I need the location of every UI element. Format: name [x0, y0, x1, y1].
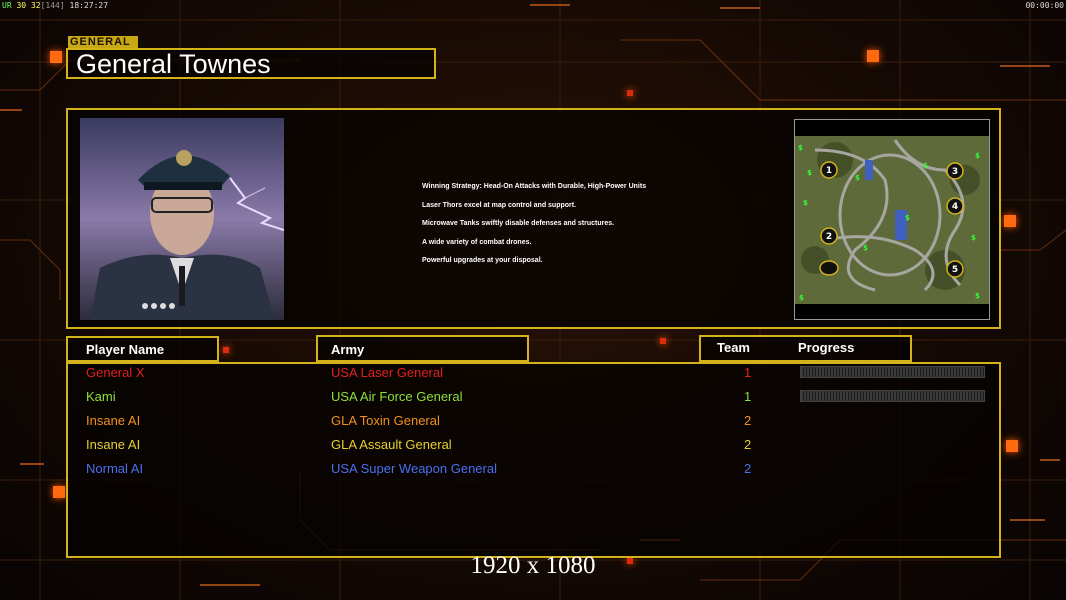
- svg-text:$: $: [975, 292, 980, 300]
- army-name: GLA Toxin General: [331, 413, 440, 428]
- player-name: General X: [86, 365, 145, 380]
- svg-text:$: $: [803, 199, 808, 207]
- player-name: Insane AI: [86, 437, 141, 452]
- army-name: USA Laser General: [331, 365, 444, 380]
- glow-square: [627, 90, 633, 96]
- glow-square: [50, 51, 62, 63]
- team-header: Team: [717, 340, 750, 355]
- general-name: General Townes: [66, 48, 436, 79]
- progress-bar: [800, 366, 985, 378]
- strategy-text: Winning Strategy: Head-On Attacks with D…: [422, 178, 646, 271]
- fps-readout: UR 30 32[144] 18:27:27: [2, 1, 108, 10]
- strategy-line: A wide variety of combat drones.: [422, 238, 532, 246]
- player-name: Kami: [86, 389, 116, 404]
- player-row[interactable]: Insane AI GLA Toxin General 2: [86, 413, 986, 437]
- hud-prefix: UR: [2, 1, 12, 10]
- start-position-4: 4: [952, 202, 958, 212]
- start-position-1: 1: [826, 166, 832, 176]
- player-name-header: Player Name: [86, 342, 165, 357]
- army-header-box: Army: [316, 335, 529, 362]
- svg-text:$: $: [798, 144, 803, 152]
- svg-text:$: $: [855, 174, 860, 182]
- general-portrait: [80, 118, 284, 320]
- army-name: GLA Assault General: [331, 437, 452, 452]
- army-name: USA Air Force General: [331, 389, 463, 404]
- player-row[interactable]: Normal AI USA Super Weapon General 2: [86, 461, 986, 485]
- glow-square: [867, 50, 879, 62]
- hud-clock: 18:27:27: [69, 1, 109, 10]
- svg-text:$: $: [923, 162, 928, 170]
- army-header: Army: [331, 342, 365, 357]
- hud-fps: 30: [16, 1, 27, 10]
- team-number: 1: [744, 365, 752, 380]
- player-name: Insane AI: [86, 413, 141, 428]
- svg-text:$: $: [971, 234, 976, 242]
- minimap[interactable]: $$$$ $$$$ $$$$ 1 2 3 4 5: [794, 119, 990, 320]
- glow-square: [223, 347, 229, 353]
- strategy-line: Winning Strategy: Head-On Attacks with D…: [422, 183, 647, 190]
- game-timer: 00:00:00: [1025, 1, 1064, 10]
- player-name: Normal AI: [86, 461, 144, 476]
- glow-square: [53, 486, 65, 498]
- start-position-3: 3: [952, 167, 958, 177]
- glow-square: [1004, 215, 1016, 227]
- strategy-line: Laser Thors excel at map control and sup…: [422, 201, 577, 209]
- strategy-line: Microwave Tanks swiftly disable defenses…: [422, 220, 615, 228]
- player-name-header-box: Player Name: [66, 336, 219, 362]
- general-tag: GENERAL: [68, 36, 138, 48]
- progress-bar: [800, 390, 985, 402]
- glow-square: [660, 338, 666, 344]
- army-name: USA Super Weapon General: [331, 461, 497, 476]
- team-progress-header-box: Team Progress: [699, 335, 912, 362]
- strategy-line: Powerful upgrades at your disposal.: [422, 257, 543, 265]
- start-position-5: 5: [952, 265, 958, 275]
- svg-text:$: $: [807, 169, 812, 177]
- svg-text:$: $: [975, 152, 980, 160]
- team-number: 1: [744, 389, 752, 404]
- player-row[interactable]: Insane AI GLA Assault General 2: [86, 437, 986, 461]
- glow-square: [1006, 440, 1018, 452]
- svg-text:$: $: [799, 294, 804, 302]
- svg-text:$: $: [905, 214, 910, 222]
- team-number: 2: [744, 461, 752, 476]
- hud-frames: [144]: [40, 1, 65, 10]
- start-position-2: 2: [826, 232, 832, 242]
- resolution-label: 1920 x 1080: [470, 552, 596, 579]
- team-number: 2: [744, 437, 752, 452]
- hud-fps-2: 32: [30, 1, 41, 10]
- team-number: 2: [744, 413, 752, 428]
- svg-text:$: $: [863, 244, 868, 252]
- progress-header: Progress: [798, 340, 855, 355]
